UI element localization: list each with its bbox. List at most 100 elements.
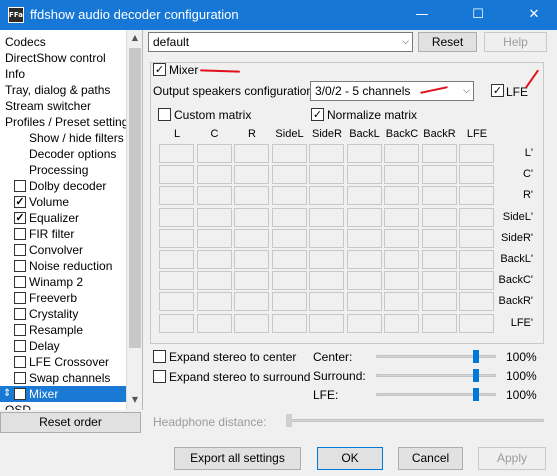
matrix-cell[interactable] [234, 186, 269, 206]
reset-order-button[interactable]: Reset order [0, 412, 141, 433]
matrix-cell[interactable] [421, 271, 457, 291]
matrix-cell[interactable] [159, 271, 194, 291]
filter-tree[interactable]: Codecs DirectShow control Info Tray, dialog… [0, 30, 143, 410]
matrix-cell[interactable] [346, 292, 382, 312]
matrix-cell[interactable] [159, 207, 194, 227]
matrix-cell[interactable] [196, 186, 232, 206]
matrix-cell[interactable] [196, 313, 232, 333]
matrix-cell[interactable] [234, 165, 269, 185]
matrix-cell[interactable] [459, 313, 494, 333]
matrix-cell[interactable] [346, 271, 382, 291]
matrix-cell[interactable] [196, 165, 232, 185]
matrix-cell[interactable] [459, 292, 494, 312]
minimize-button[interactable]: — [399, 0, 445, 30]
level-slider-thumb[interactable] [473, 350, 479, 363]
sidebar-item-checkbox[interactable]: ✓ [14, 196, 26, 208]
matrix-cell[interactable] [384, 144, 419, 163]
custom-matrix-checkbox[interactable] [158, 108, 171, 121]
sidebar-item-checkbox[interactable] [14, 340, 26, 352]
matrix-cell[interactable] [159, 250, 194, 269]
headphone-distance-thumb[interactable] [286, 414, 292, 427]
matrix-cell[interactable] [234, 271, 269, 291]
sidebar-item-mixer[interactable]: ✓ Mixer ⇕ [0, 386, 126, 402]
matrix-cell[interactable] [309, 207, 344, 227]
level-slider-thumb[interactable] [473, 388, 479, 401]
matrix-cell[interactable] [271, 292, 307, 312]
matrix-cell[interactable] [159, 165, 194, 185]
matrix-cell[interactable] [159, 228, 194, 248]
matrix-cell[interactable] [234, 207, 269, 227]
matrix-cell[interactable] [346, 186, 382, 206]
matrix-cell[interactable] [459, 271, 494, 291]
expand-surround-checkbox[interactable] [153, 370, 166, 383]
matrix-cell[interactable] [346, 313, 382, 333]
matrix-cell[interactable] [159, 186, 194, 206]
matrix-cell[interactable] [346, 207, 382, 227]
matrix-cell[interactable] [459, 228, 494, 248]
sidebar-item-checkbox[interactable] [14, 244, 26, 256]
matrix-cell[interactable] [459, 250, 494, 269]
cancel-button[interactable]: Cancel [398, 447, 463, 470]
matrix-cell[interactable] [384, 186, 419, 206]
matrix-cell[interactable] [421, 207, 457, 227]
matrix-cell[interactable] [421, 313, 457, 333]
reset-button[interactable]: Reset [418, 32, 477, 52]
matrix-cell[interactable] [346, 228, 382, 248]
matrix-cell[interactable] [309, 271, 344, 291]
scroll-down-icon[interactable]: ▼ [127, 392, 143, 408]
matrix-cell[interactable] [346, 250, 382, 269]
matrix-cell[interactable] [196, 228, 232, 248]
sidebar-item-checkbox[interactable]: ✓ [14, 388, 26, 400]
matrix-cell[interactable] [384, 250, 419, 269]
sidebar-item-checkbox[interactable] [14, 292, 26, 304]
level-slider-thumb[interactable] [473, 369, 479, 382]
matrix-cell[interactable] [384, 207, 419, 227]
matrix-cell[interactable] [234, 313, 269, 333]
matrix-cell[interactable] [384, 165, 419, 185]
matrix-cell[interactable] [421, 292, 457, 312]
matrix-cell[interactable] [309, 186, 344, 206]
matrix-cell[interactable] [384, 292, 419, 312]
matrix-cell[interactable] [234, 292, 269, 312]
matrix-cell[interactable] [421, 250, 457, 269]
matrix-cell[interactable] [159, 144, 194, 163]
matrix-cell[interactable] [309, 228, 344, 248]
matrix-cell[interactable] [346, 165, 382, 185]
matrix-cell[interactable] [271, 250, 307, 269]
matrix-cell[interactable] [271, 186, 307, 206]
scroll-thumb[interactable] [129, 48, 141, 348]
sidebar-item-checkbox[interactable] [14, 276, 26, 288]
matrix-cell[interactable] [309, 313, 344, 333]
matrix-cell[interactable] [421, 144, 457, 163]
sidebar-item-checkbox[interactable] [14, 324, 26, 336]
spin-arrows-icon[interactable]: ⇕ [3, 386, 11, 402]
matrix-cell[interactable] [309, 165, 344, 185]
matrix-cell[interactable] [271, 271, 307, 291]
sidebar-item-checkbox[interactable] [14, 356, 26, 368]
sidebar-item-checkbox[interactable] [14, 308, 26, 320]
matrix-cell[interactable] [271, 165, 307, 185]
matrix-cell[interactable] [159, 292, 194, 312]
matrix-cell[interactable] [309, 250, 344, 269]
matrix-cell[interactable] [196, 207, 232, 227]
matrix-cell[interactable] [234, 144, 269, 163]
matrix-cell[interactable] [421, 228, 457, 248]
ok-button[interactable]: OK [317, 447, 383, 470]
matrix-cell[interactable] [459, 207, 494, 227]
sidebar-item-checkbox[interactable] [14, 180, 26, 192]
maximize-button[interactable]: ☐ [455, 0, 501, 30]
matrix-cell[interactable] [196, 144, 232, 163]
headphone-distance-track[interactable] [288, 419, 544, 422]
matrix-cell[interactable] [271, 207, 307, 227]
expand-center-checkbox[interactable] [153, 350, 166, 363]
matrix-cell[interactable] [309, 292, 344, 312]
matrix-cell[interactable] [421, 186, 457, 206]
matrix-cell[interactable] [234, 250, 269, 269]
export-settings-button[interactable]: Export all settings [174, 447, 301, 470]
scroll-up-icon[interactable]: ▲ [127, 30, 143, 46]
matrix-cell[interactable] [459, 165, 494, 185]
matrix-cell[interactable] [159, 313, 194, 333]
help-button[interactable]: Help [484, 32, 547, 52]
matrix-cell[interactable] [271, 313, 307, 333]
sidebar-item-checkbox[interactable] [14, 228, 26, 240]
